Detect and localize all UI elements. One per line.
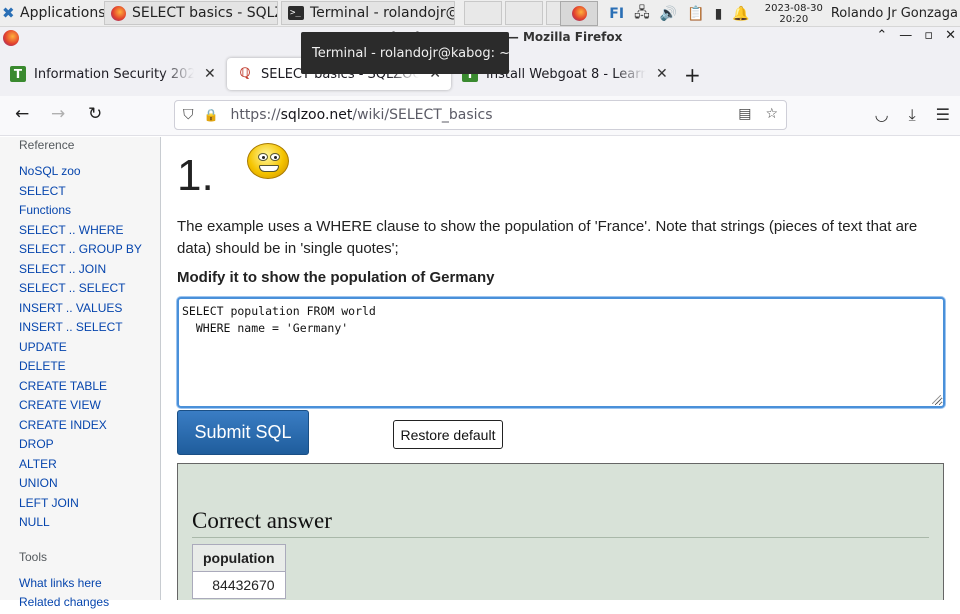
downloads-icon[interactable]: ⤓: [909, 105, 916, 125]
new-tab-plus-icon[interactable]: +: [684, 63, 701, 87]
t-favicon-icon: T: [10, 66, 26, 82]
sidebar-link[interactable]: SELECT: [19, 183, 142, 203]
clipboard-icon[interactable]: 📋: [687, 6, 704, 22]
sidebar-link[interactable]: SELECT .. SELECT: [19, 280, 142, 300]
tab-label: Information Security 2023: [34, 66, 194, 82]
applications-label: Applications: [20, 5, 106, 21]
chevron-up-icon[interactable]: ⌃: [876, 28, 887, 43]
table-header-row: population: [192, 544, 286, 572]
task-label: Terminal - rolandojr@...: [310, 5, 454, 21]
taskbar-task-terminal[interactable]: >_ Terminal - rolandojr@...: [281, 1, 455, 25]
tab-information-security[interactable]: T Information Security 2023 ✕: [0, 58, 226, 90]
task-label: SELECT basics - SQLZO...: [132, 5, 277, 21]
question-instruction: Modify it to show the population of Germ…: [177, 269, 495, 286]
main-content: 1. The example uses a WHERE clause to sh…: [161, 137, 960, 600]
clock[interactable]: 2023-08-30 20:20: [765, 3, 823, 25]
sidebar-link[interactable]: UPDATE: [19, 339, 142, 359]
bookmark-star-icon[interactable]: ☆: [765, 106, 778, 122]
question-number: 1.: [177, 151, 214, 200]
xfce-logo-icon: ✖: [2, 4, 15, 22]
close-tab-icon[interactable]: ✕: [656, 66, 668, 82]
keyboard-layout-indicator[interactable]: FI: [609, 6, 624, 22]
sidebar-link[interactable]: DELETE: [19, 358, 142, 378]
table-cell: 84432670: [192, 571, 286, 599]
back-arrow-icon[interactable]: ←: [15, 104, 29, 124]
url-bar[interactable]: ⛉ 🔒 https://sqlzoo.net/wiki/SELECT_basic…: [174, 100, 787, 130]
firefox-icon: [111, 5, 126, 21]
restore-default-button[interactable]: Restore default: [393, 420, 503, 449]
sql-editor[interactable]: SELECT population FROM world WHERE name …: [177, 297, 945, 408]
url-scheme: https://: [230, 107, 281, 123]
wiki-sidebar: Reference NoSQL zoo SELECT Functions SEL…: [0, 137, 161, 609]
clock-date: 2023-08-30: [764, 2, 823, 14]
pocket-icon[interactable]: ◡: [875, 105, 889, 125]
taskbar-tooltip: Terminal - rolandojr@kabog: ~: [301, 32, 510, 74]
tools-links: What links here Related changes: [19, 576, 109, 614]
applications-menu[interactable]: ✖ Applications: [2, 3, 106, 23]
sqlzoo-favicon-icon: ℚ: [239, 66, 251, 81]
sidebar-link[interactable]: SELECT .. JOIN: [19, 261, 142, 281]
sidebar-link[interactable]: UNION: [19, 475, 142, 495]
minimize-icon[interactable]: —: [899, 28, 912, 43]
close-tab-icon[interactable]: ✕: [204, 66, 216, 82]
desktop-taskbar: ✖ Applications SELECT basics - SQLZO... …: [0, 0, 960, 27]
sidebar-link-what-links-here[interactable]: What links here: [19, 576, 109, 595]
hamburger-menu-icon[interactable]: ☰: [936, 105, 950, 125]
url-text[interactable]: https://sqlzoo.net/wiki/SELECT_basics: [230, 107, 492, 123]
maximize-icon[interactable]: ▫: [924, 28, 933, 43]
answer-panel: Correct answer population 84432670: [177, 463, 944, 600]
submit-sql-button[interactable]: Submit SQL: [177, 410, 309, 455]
system-tray: FI 🖧 🔊 📋 ▮ 🔔 2023-08-30 20:20 Rolando Jr…: [560, 0, 960, 27]
user-menu[interactable]: Rolando Jr Gonzaga: [831, 6, 958, 21]
sidebar-link[interactable]: CREATE TABLE: [19, 378, 142, 398]
sql-text: SELECT population FROM world WHERE name …: [182, 304, 376, 335]
url-host: sqlzoo.net: [280, 107, 353, 123]
sidebar-link[interactable]: CREATE VIEW: [19, 397, 142, 417]
tray-firefox-button[interactable]: [560, 1, 599, 26]
notifications-bell-icon[interactable]: 🔔: [732, 6, 749, 22]
result-table: population 84432670: [192, 544, 286, 599]
divider: [192, 537, 929, 538]
taskbar-task-firefox[interactable]: SELECT basics - SQLZO...: [104, 1, 278, 25]
column-header: population: [192, 544, 286, 572]
sidebar-link[interactable]: Functions: [19, 202, 142, 222]
clock-time: 20:20: [779, 13, 809, 25]
terminal-icon: >_: [288, 6, 304, 20]
forward-arrow-icon[interactable]: →: [51, 104, 65, 124]
sidebar-link[interactable]: SELECT .. WHERE: [19, 222, 142, 242]
question-description: The example uses a WHERE clause to show …: [177, 218, 918, 257]
volume-icon[interactable]: 🔊: [660, 6, 677, 22]
reference-links: NoSQL zoo SELECT Functions SELECT .. WHE…: [19, 163, 142, 534]
sidebar-link[interactable]: NoSQL zoo: [19, 163, 142, 183]
shield-icon[interactable]: ⛉: [183, 107, 194, 123]
resize-grip-icon[interactable]: [932, 395, 941, 404]
network-icon[interactable]: 🖧: [634, 2, 650, 26]
sidebar-link[interactable]: DROP: [19, 436, 142, 456]
answer-heading: Correct answer: [192, 508, 332, 533]
navigation-toolbar: ← → ↻ ⛉ 🔒 https://sqlzoo.net/wiki/SELECT…: [0, 96, 960, 136]
smiley-icon: [247, 143, 289, 179]
sidebar-link[interactable]: ALTER: [19, 456, 142, 476]
firefox-icon: [571, 6, 587, 21]
sidebar-heading-reference: Reference: [19, 138, 75, 152]
table-row: 84432670: [192, 571, 286, 599]
sidebar-link[interactable]: NULL: [19, 514, 142, 534]
sidebar-link[interactable]: CREATE INDEX: [19, 417, 142, 437]
sidebar-link[interactable]: SELECT .. GROUP BY: [19, 241, 142, 261]
close-window-icon[interactable]: ✕: [945, 28, 956, 43]
tab-label: Install Webgoat 8 - Learn W: [486, 66, 646, 82]
sidebar-heading-tools: Tools: [19, 550, 48, 564]
sidebar-link[interactable]: INSERT .. SELECT: [19, 319, 142, 339]
url-path: /wiki/SELECT_basics: [352, 107, 493, 123]
workspace-1[interactable]: [464, 1, 502, 25]
battery-icon[interactable]: ▮: [715, 6, 723, 22]
lock-icon[interactable]: 🔒: [204, 108, 219, 122]
reload-icon[interactable]: ↻: [88, 104, 102, 124]
workspace-2[interactable]: [505, 1, 543, 25]
sidebar-link[interactable]: LEFT JOIN: [19, 495, 142, 515]
reader-view-icon[interactable]: ▤: [738, 106, 751, 122]
sidebar-link-related-changes[interactable]: Related changes: [19, 595, 109, 614]
sidebar-link[interactable]: INSERT .. VALUES: [19, 300, 142, 320]
